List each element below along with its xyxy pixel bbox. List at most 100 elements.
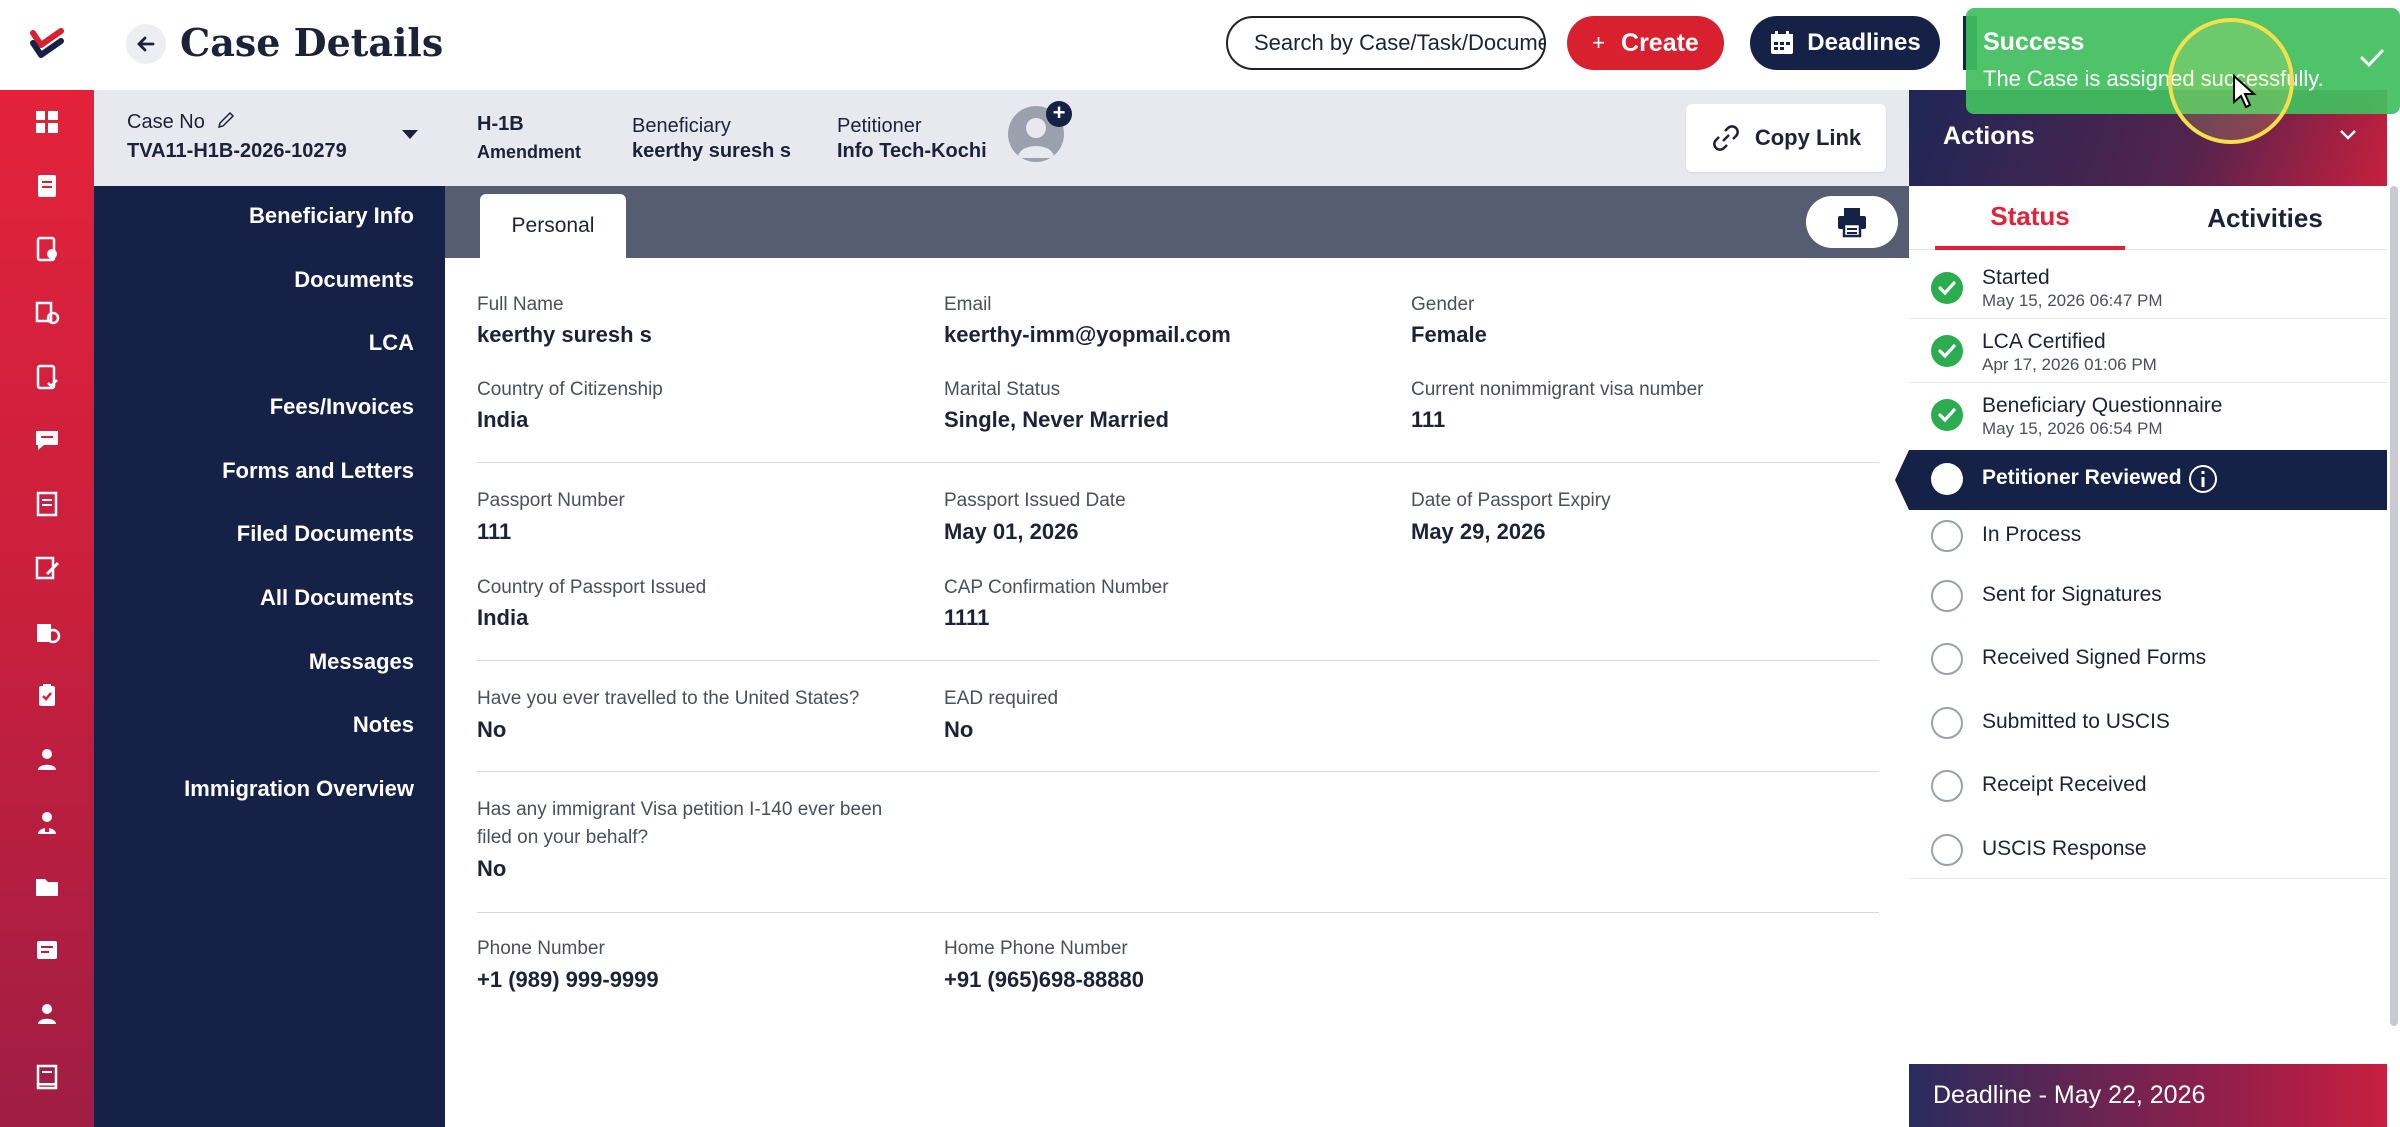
beneficiary-icon[interactable] [27,739,67,779]
nav-immigration-overview[interactable]: Immigration Overview [94,776,445,802]
nav-fees-invoices[interactable]: Fees/Invoices [94,394,445,420]
gender-value: Female [1411,322,1487,347]
status-step-date: May 15, 2026 06:54 PM [1982,419,2163,438]
status-step-title: LCA Certified [1982,330,2106,353]
nav-documents[interactable]: Documents [94,267,445,293]
forms-icon[interactable] [27,293,67,333]
phone-value: +1 (989) 999-9999 [477,967,659,992]
create-button[interactable]: + Create [1567,16,1724,70]
cases-icon[interactable] [27,166,67,206]
chevron-down-icon[interactable] [2338,128,2358,142]
passport-issued-value: May 01, 2026 [944,519,1079,544]
logo-mark-icon [30,28,64,58]
book-icon[interactable] [27,1057,67,1097]
icon-rail [0,0,94,1127]
nav-filed-documents[interactable]: Filed Documents [94,521,445,547]
app-logo[interactable] [0,0,94,90]
status-step-title: Petitioner Reviewed [1982,466,2182,489]
petitioner-icon[interactable] [27,803,67,843]
deadline-banner: Deadline - May 22, 2026 [1909,1064,2387,1127]
nav-messages[interactable]: Messages [94,649,445,675]
current-step-circle-icon [1931,463,1963,495]
copy-link-button[interactable]: Copy Link [1686,104,1886,172]
pending-circle-icon [1931,770,1963,802]
link-icon [1712,125,1739,151]
status-step-title: Submitted to USCIS [1982,710,2170,733]
passport-expiry-label: Date of Passport Expiry [1411,490,1611,511]
status-step-title: Started [1982,266,2050,289]
ead-required-label: EAD required [944,688,1059,709]
task-icon[interactable] [27,357,67,397]
user-icon[interactable] [27,994,67,1034]
dashboard-icon[interactable] [27,102,67,142]
pending-circle-icon [1931,707,1963,739]
status-step-title: Receipt Received [1982,773,2147,796]
status-step-date: May 15, 2026 06:47 PM [1982,291,2163,310]
status-separator [1909,382,2387,383]
section-divider [477,912,1879,913]
edit-icon[interactable] [27,548,67,588]
passport-country-label: Country of Passport Issued [477,577,707,598]
passport-number-label: Passport Number [477,490,625,511]
fees-icon[interactable] [27,612,67,652]
cap-number-label: CAP Confirmation Number [944,577,1169,598]
status-separator [1909,878,2387,879]
document-check-icon[interactable] [27,229,67,269]
nav-all-documents[interactable]: All Documents [94,585,445,611]
reports-icon[interactable] [27,484,67,524]
petitioner-name: Info Tech-Kochi [837,140,987,162]
add-assignee-icon[interactable]: + [1046,101,1072,127]
actions-scrollbar[interactable] [2390,186,2398,1026]
case-info-bar [94,90,1909,186]
calendar-icon [1771,31,1794,54]
visa-subtype: Amendment [477,142,582,162]
beneficiary-label: Beneficiary [632,115,731,137]
tab-personal[interactable]: Personal [480,194,626,258]
info-icon[interactable] [2187,463,2219,495]
messages-icon[interactable] [27,420,67,460]
citizenship-value: India [477,407,529,432]
print-button[interactable] [1806,196,1898,248]
passport-issued-label: Passport Issued Date [944,490,1126,511]
create-label: Create [1621,28,1699,57]
pencil-icon[interactable] [216,110,236,130]
nav-forms-and-letters[interactable]: Forms and Letters [94,458,445,484]
actions-title: Actions [1943,122,2035,150]
pending-circle-icon [1931,580,1963,612]
nav-notes[interactable]: Notes [94,712,445,738]
cap-number-value: 1111 [944,605,990,630]
section-divider [477,771,1879,772]
tab-activities[interactable]: Activities [2170,186,2360,250]
printer-icon [1838,208,1866,238]
back-button[interactable] [126,24,166,64]
gender-label: Gender [1411,294,1475,315]
clipboard-icon[interactable] [27,675,67,715]
pending-circle-icon [1931,643,1963,675]
marital-status-label: Marital Status [944,379,1061,400]
i140-label-line1: Has any immigrant Visa petition I-140 ev… [477,799,883,820]
nav-lca[interactable]: LCA [94,330,445,356]
i140-label-line2: filed on your behalf? [477,827,649,848]
status-step-date: Apr 17, 2026 01:06 PM [1982,355,2157,374]
tab-bar [445,186,1909,258]
folder-icon[interactable] [27,866,67,906]
arrow-left-icon [137,36,155,52]
notes-icon[interactable] [27,930,67,970]
search-placeholder: Search by Case/Task/Document [1254,30,1546,55]
full-name-value: keerthy suresh s [477,322,652,347]
search-input[interactable]: Search by Case/Task/Document [1226,16,1546,70]
beneficiary-name: keerthy suresh s [632,140,791,162]
nav-beneficiary-info[interactable]: Beneficiary Info [94,203,445,229]
email-value: keerthy-imm@yopmail.com [944,322,1231,347]
status-step-title: Sent for Signatures [1982,583,2162,606]
check-circle-icon [1931,335,1963,367]
tab-status[interactable]: Status [1935,186,2125,250]
chevron-down-icon[interactable] [400,128,420,142]
check-circle-icon [1931,272,1963,304]
status-step-title: USCIS Response [1982,837,2147,860]
deadlines-button[interactable]: Deadlines [1750,16,1940,70]
petitioner-label: Petitioner [837,115,922,137]
full-name-label: Full Name [477,294,564,315]
case-number: TVA11-H1B-2026-10279 [127,140,347,162]
check-icon[interactable] [2356,42,2388,74]
